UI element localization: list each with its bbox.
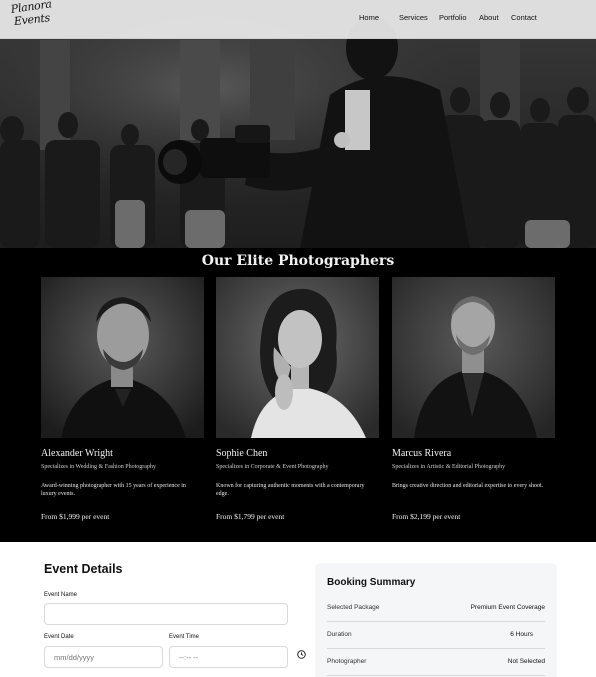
event-time-label: Event Time — [169, 634, 200, 640]
nav-home-link[interactable]: Home — [359, 13, 379, 22]
summary-value: Premium Event Coverage — [470, 604, 545, 611]
event-time-input[interactable] — [169, 646, 288, 668]
nav-about-link[interactable]: About — [479, 13, 499, 22]
summary-label: Selected Package — [327, 604, 380, 611]
photographer-specialty: Specializes in Corporate & Event Photogr… — [216, 464, 329, 470]
nav-services-link[interactable]: Services — [399, 13, 428, 22]
summary-title: Booking Summary — [327, 577, 416, 588]
photographer-portrait-image — [392, 277, 555, 438]
photographer-price: From $1,799 per event — [216, 512, 285, 521]
event-date-input[interactable] — [44, 646, 163, 668]
clock-icon[interactable] — [297, 650, 306, 659]
event-name-input[interactable] — [44, 603, 288, 625]
top-navigation: Planora Events Home Services Portfolio A… — [0, 0, 596, 39]
brand-logo[interactable]: Planora Events — [10, 0, 57, 34]
photographer-bio: Award-winning photographer with 15 years… — [41, 483, 186, 497]
photographer-name: Sophie Chen — [216, 448, 268, 459]
nav-portfolio-link[interactable]: Portfolio — [439, 13, 467, 22]
photographer-portrait-image — [41, 277, 204, 438]
nav-contact-link[interactable]: Contact — [511, 13, 537, 22]
photographer-price: From $1,999 per event — [41, 512, 110, 521]
logo-text-line2: Events — [13, 11, 51, 28]
photographer-card[interactable]: Sophie Chen Specializes in Corporate & E… — [216, 277, 379, 521]
summary-row: Photographer Not Selected — [327, 649, 545, 676]
photographer-specialty: Specializes in Wedding & Fashion Photogr… — [41, 464, 156, 470]
event-name-label: Event Name — [44, 592, 78, 598]
summary-row: Duration 6 Hours — [327, 622, 545, 649]
photographer-bio: Known for capturing authentic moments wi… — [216, 483, 365, 497]
summary-row: Selected Package Premium Event Coverage — [327, 595, 545, 622]
photographer-name: Alexander Wright — [41, 448, 113, 459]
photographer-name: Marcus Rivera — [392, 448, 452, 459]
photographer-portrait-image — [216, 277, 379, 438]
photographer-card[interactable]: Marcus Rivera Specializes in Artistic & … — [392, 277, 555, 521]
photographer-specialty: Specializes in Artistic & Editorial Phot… — [392, 464, 506, 470]
photographers-section: Our Elite Photographers Alexander Wright… — [0, 248, 596, 542]
event-date-label: Event Date — [44, 634, 74, 640]
photographer-price: From $2,199 per event — [392, 512, 461, 521]
booking-summary-panel: Booking Summary Selected Package Premium… — [315, 563, 557, 677]
summary-value: 6 Hours — [510, 631, 533, 638]
section-title: Our Elite Photographers — [201, 253, 395, 269]
summary-value: Not Selected — [507, 658, 545, 665]
photographer-card[interactable]: Alexander Wright Specializes in Wedding … — [41, 277, 204, 521]
form-title: Event Details — [44, 562, 123, 576]
photographer-bio: Brings creative direction and editorial … — [392, 483, 544, 489]
summary-label: Duration — [327, 631, 352, 638]
summary-label: Photographer — [327, 658, 367, 665]
